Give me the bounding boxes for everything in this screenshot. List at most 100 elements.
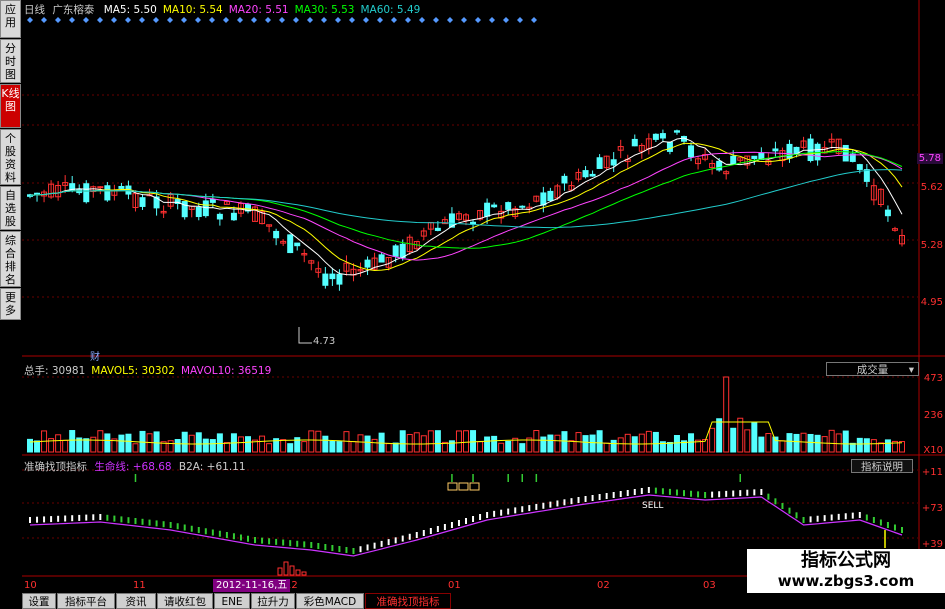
tab-0[interactable]: 设置	[22, 593, 56, 609]
candle-body	[730, 155, 737, 165]
volume-bar	[821, 436, 828, 453]
volume-bar	[561, 431, 568, 453]
event-marker	[209, 17, 215, 23]
volume-bar	[786, 433, 793, 453]
candle-body	[378, 254, 385, 263]
volume-bar	[807, 433, 814, 453]
indicator-axis-label-1: +11	[921, 467, 943, 478]
kline-chart-canvas[interactable]	[0, 0, 945, 609]
volume-bar	[434, 430, 441, 453]
candle-body	[322, 273, 329, 286]
candle-body	[392, 245, 399, 257]
indicator-line2: B2A: +61.11	[178, 461, 246, 473]
tab-7[interactable]: 准确找顶指标	[365, 593, 451, 609]
volume-bar	[427, 430, 434, 453]
price-axis-label-2: 5.62	[920, 182, 943, 193]
sidebar-item-6[interactable]: 更多	[0, 288, 21, 320]
event-marker	[517, 17, 523, 23]
event-marker	[489, 17, 495, 23]
tab-2[interactable]: 资讯	[116, 593, 156, 609]
indicator-axis-label-2: +73	[921, 503, 943, 514]
volume-bar	[589, 434, 596, 453]
event-marker	[83, 17, 89, 23]
candle-body	[181, 201, 188, 218]
candle-body	[547, 190, 554, 202]
event-marker	[251, 17, 257, 23]
sidebar-item-2[interactable]: K线图	[0, 84, 21, 128]
candle-body	[596, 157, 603, 169]
volume-bar	[455, 430, 462, 453]
volume-bar	[828, 429, 835, 453]
price-axis-label-top: 5.78	[916, 153, 943, 164]
sidebar-item-4[interactable]: 自选股	[0, 186, 21, 230]
volume-bar	[582, 435, 589, 453]
sidebar-item-0[interactable]: 应用	[0, 0, 21, 38]
event-marker	[97, 17, 103, 23]
tab-6[interactable]: 彩色MACD	[296, 593, 364, 609]
tab-4[interactable]: ENE	[214, 593, 250, 609]
volume-bar	[97, 430, 104, 453]
candle-body	[216, 213, 223, 220]
event-marker	[41, 17, 47, 23]
volume-axis-label-2: 236	[923, 410, 943, 421]
event-marker	[307, 17, 313, 23]
volume-bar	[737, 417, 744, 453]
event-marker	[125, 17, 131, 23]
volume-bar	[392, 442, 399, 453]
candle-body	[786, 143, 793, 159]
candle-body	[856, 164, 863, 170]
period-label: 日线	[24, 4, 45, 16]
volume-bar	[463, 430, 469, 453]
finance-marker: 财	[90, 352, 100, 363]
candle-body	[589, 173, 596, 177]
event-marker	[265, 17, 271, 23]
time-axis-label: 11	[133, 580, 146, 591]
candle-body	[673, 130, 680, 133]
price-header: 日线 广东榕泰 MA5: 5.50 MA10: 5.54 MA20: 5.51 MA3…	[24, 2, 420, 17]
volume-bar	[547, 434, 554, 453]
candle-body	[329, 273, 336, 280]
indicator-type-dropdown[interactable]: 成交量 ▾	[826, 362, 919, 376]
volume-bar	[568, 440, 575, 453]
event-marker	[335, 17, 341, 23]
volume-bar	[125, 433, 132, 453]
volume-bar	[406, 433, 413, 453]
event-marker	[461, 17, 467, 23]
volume-bar	[793, 433, 800, 453]
sidebar-item-5[interactable]: 综合排名	[0, 231, 21, 287]
candle-body	[688, 145, 695, 158]
volume-bar	[856, 437, 863, 453]
tab-1[interactable]: 指标平台	[57, 593, 115, 609]
volume-bar	[491, 435, 498, 453]
candle-body	[842, 144, 849, 162]
volume-bar	[118, 434, 125, 453]
tab-3[interactable]: 请收红包	[157, 593, 213, 609]
volume-bar	[645, 430, 652, 453]
sidebar-item-3[interactable]: 个股资料	[0, 129, 21, 185]
volume-bar	[181, 431, 188, 453]
event-marker	[363, 17, 369, 23]
event-marker	[181, 17, 187, 23]
volume-bar	[849, 442, 856, 453]
event-marker	[447, 17, 453, 23]
volume-bar	[195, 432, 202, 453]
event-marker	[27, 17, 33, 23]
ma-line-20	[29, 151, 903, 261]
indicator-help-button[interactable]: 指标说明	[851, 459, 913, 473]
candle-body	[364, 259, 371, 268]
tab-5[interactable]: 拉升力	[251, 593, 295, 609]
event-marker	[321, 17, 327, 23]
volume-bar	[280, 439, 287, 453]
volume-bar	[399, 430, 406, 453]
volume-bar	[617, 437, 624, 453]
candle-body	[519, 205, 526, 208]
sidebar-item-1[interactable]: 分时图	[0, 39, 21, 83]
candle-body	[772, 148, 779, 152]
volume-bar	[287, 443, 294, 453]
event-marker	[531, 17, 537, 23]
event-marker	[503, 17, 509, 23]
volume-bar	[842, 430, 849, 453]
volume-bar	[104, 433, 111, 453]
signal-bar	[277, 567, 283, 576]
volume-bar	[371, 438, 378, 453]
